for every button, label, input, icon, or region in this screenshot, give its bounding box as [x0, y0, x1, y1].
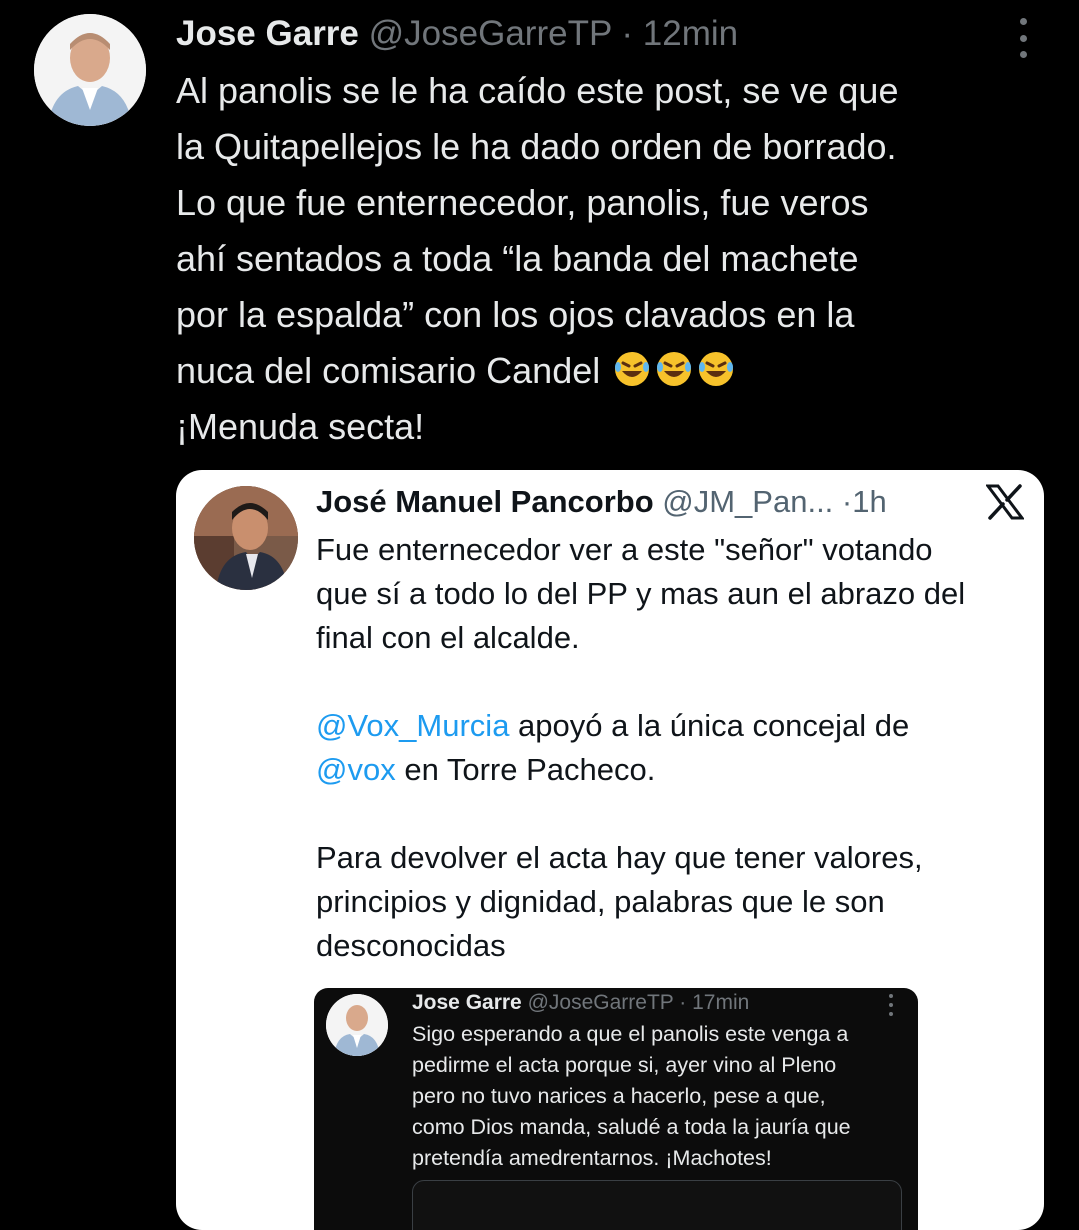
- tweet-line: Lo que fue enternecedor, panolis, fue ve…: [176, 182, 869, 223]
- emoji-group: [610, 350, 736, 391]
- separator-dot: ·: [841, 484, 853, 519]
- separator-dot: ·: [621, 14, 634, 53]
- nested-text: Sigo esperando a que el panolis este ven…: [412, 1019, 912, 1174]
- tweet-line: la Quitapellejos le ha dado orden de bor…: [176, 126, 897, 167]
- nested-author-avatar: [326, 994, 388, 1056]
- quoted-line-text: en Torre Pacheco.: [395, 752, 656, 787]
- nested-line: pero no tuvo narices a hacerlo, pese a q…: [412, 1084, 826, 1108]
- nested-line: pretendía amedrentarnos. ¡Machotes!: [412, 1146, 772, 1170]
- quoted-line: @vox en Torre Pacheco.: [316, 748, 1031, 792]
- nested-embedded-card: [412, 1180, 902, 1230]
- mention-vox: @vox: [316, 752, 396, 787]
- quoted-author-name: José Manuel Pancorbo: [316, 484, 654, 519]
- tweet-line: Al panolis se le ha caído este post, se …: [176, 70, 899, 111]
- quoted-line: Fue enternecedor ver a este "señor" vota…: [316, 532, 933, 567]
- separator-dot: ·: [679, 991, 687, 1014]
- quoted-line: desconocidas: [316, 928, 506, 963]
- quoted-line: Para devolver el acta hay que tener valo…: [316, 840, 923, 875]
- more-options-icon: [888, 994, 894, 1016]
- tweet-header: Jose Garre @JoseGarreTP · 12min: [176, 12, 738, 56]
- author-name[interactable]: Jose Garre: [176, 14, 359, 53]
- nested-author-handle: @JoseGarreTP: [527, 991, 674, 1014]
- nested-screenshot: Jose Garre @JoseGarreTP · 17min Sigo esp…: [314, 988, 918, 1230]
- rofl-emoji-icon: [615, 352, 650, 386]
- attached-screenshot[interactable]: José Manuel Pancorbo @JM_Pan... ·1h Fue …: [176, 470, 1044, 1230]
- tweet-line-text: nuca del comisario Candel: [176, 350, 601, 391]
- quoted-author-avatar: [194, 486, 298, 590]
- tweet-time[interactable]: 12min: [643, 14, 738, 53]
- nested-header: Jose Garre @JoseGarreTP · 17min: [412, 989, 749, 1017]
- nested-time: 17min: [692, 991, 750, 1014]
- tweet-line: ¡Menuda secta!: [176, 406, 425, 447]
- more-options-icon[interactable]: [1013, 18, 1033, 58]
- rofl-emoji-icon: [699, 352, 734, 386]
- nested-line: Sigo esperando a que el panolis este ven…: [412, 1022, 849, 1046]
- mention-vox-murcia: @Vox_Murcia: [316, 708, 510, 743]
- tweet-line: nuca del comisario Candel: [176, 343, 1056, 399]
- tweet-line: ahí sentados a toda “la banda del machet…: [176, 238, 859, 279]
- author-handle[interactable]: @JoseGarreTP: [369, 14, 612, 53]
- quoted-header: José Manuel Pancorbo @JM_Pan... ·1h: [316, 482, 887, 522]
- quoted-line: @Vox_Murcia apoyó a la única concejal de: [316, 704, 1031, 748]
- quoted-line: final con el alcalde.: [316, 620, 580, 655]
- tweet-line: por la espalda” con los ojos clavados en…: [176, 294, 855, 335]
- tweet-text: Al panolis se le ha caído este post, se …: [176, 63, 1056, 455]
- quoted-line: que sí a todo lo del PP y mas aun el abr…: [316, 576, 966, 611]
- nested-line: como Dios manda, saludé a toda la jauría…: [412, 1115, 851, 1139]
- nested-line: pedirme el acta porque si, ayer vino al …: [412, 1053, 837, 1077]
- quoted-time: 1h: [852, 484, 887, 519]
- quoted-line: principios y dignidad, palabras que le s…: [316, 884, 885, 919]
- author-avatar[interactable]: [34, 14, 146, 126]
- nested-author-name: Jose Garre: [412, 991, 522, 1014]
- x-logo-icon: [986, 484, 1024, 520]
- quoted-line-text: apoyó a la única concejal de: [509, 708, 910, 743]
- quoted-text: Fue enternecedor ver a este "señor" vota…: [316, 528, 1031, 968]
- rofl-emoji-icon: [657, 352, 692, 386]
- quoted-author-handle: @JM_Pan...: [662, 484, 834, 519]
